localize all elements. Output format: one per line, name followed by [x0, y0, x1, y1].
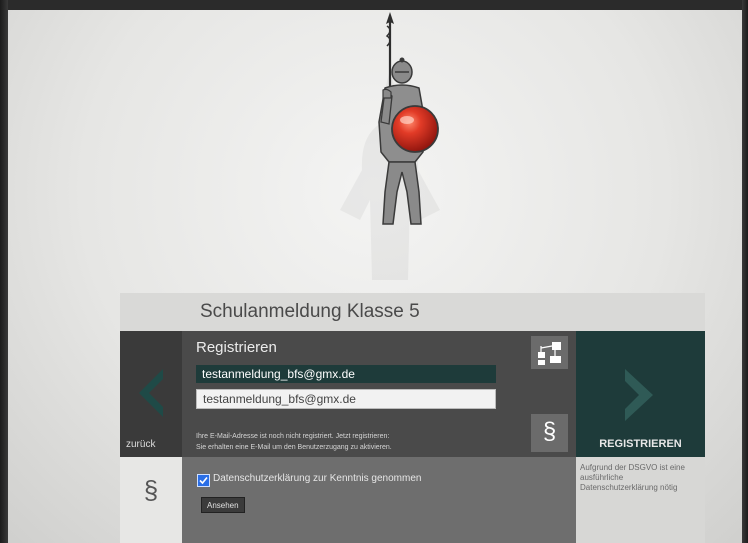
- email-field[interactable]: [196, 365, 496, 383]
- register-heading: Registrieren: [196, 339, 277, 356]
- privacy-consent: Datenschutzerklärung zur Kenntnis genomm…: [182, 457, 576, 543]
- privacy-checkbox-label: Datenschutzerklärung zur Kenntnis genomm…: [213, 473, 422, 484]
- register-button-label: REGISTRIEREN: [599, 438, 682, 450]
- chevron-right-icon: [625, 369, 653, 421]
- registration-hint: Ihre E-Mail-Adresse ist noch nicht regis…: [196, 431, 496, 453]
- back-button[interactable]: zurück: [120, 331, 182, 457]
- dsgvo-note-text: Aufgrund der DSGVO ist eine ausführliche…: [580, 463, 685, 492]
- checkmark-icon: [199, 476, 208, 485]
- org-chart-button[interactable]: [531, 336, 568, 369]
- paragraph-box: §: [120, 457, 182, 543]
- title-bar: Schulanmeldung Klasse 5: [120, 293, 705, 331]
- paragraph-button[interactable]: §: [531, 414, 568, 452]
- chevron-left-icon: [139, 369, 163, 417]
- paragraph-icon: §: [542, 418, 557, 445]
- org-chart-icon: [538, 342, 561, 365]
- back-button-label: zurück: [126, 439, 156, 450]
- register-panel: Registrieren Ihre E-Mail-Adresse ist noc…: [182, 331, 576, 457]
- knight-logo-icon: [378, 12, 439, 225]
- registration-app: Schulanmeldung Klasse 5 zurück Registrie…: [120, 293, 705, 543]
- screen-bezel-right: [742, 0, 748, 543]
- hint-line-1: Ihre E-Mail-Adresse ist noch nicht regis…: [196, 433, 390, 440]
- section-sign-icon: §: [143, 475, 159, 505]
- dsgvo-note: Aufgrund der DSGVO ist eine ausführliche…: [576, 457, 705, 543]
- page-title: Schulanmeldung Klasse 5: [200, 301, 420, 322]
- register-button[interactable]: REGISTRIEREN: [576, 331, 705, 457]
- screen-bezel-top: [0, 0, 748, 10]
- view-privacy-button[interactable]: Ansehen: [201, 497, 245, 513]
- email-confirm-field[interactable]: [196, 389, 496, 409]
- privacy-checkbox[interactable]: [197, 474, 210, 487]
- hint-line-2: Sie erhalten eine E-Mail um den Benutzer…: [196, 444, 392, 451]
- screen-bezel-left: [0, 0, 8, 543]
